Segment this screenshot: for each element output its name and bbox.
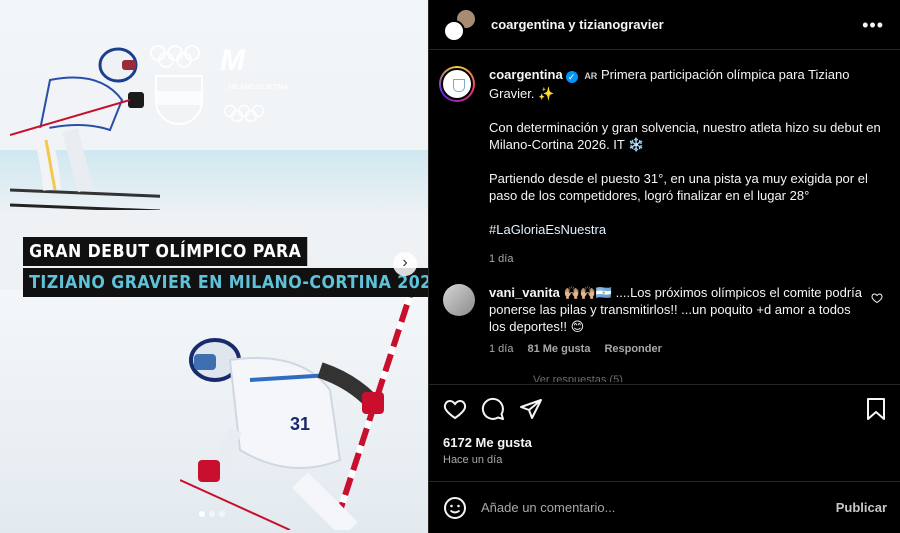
post-authors[interactable]: coargentina y tizianogravier bbox=[491, 17, 664, 32]
comment-username[interactable]: vani_vanita bbox=[489, 285, 560, 300]
add-comment-bar: Añade un comentario... Publicar bbox=[429, 481, 900, 533]
commenter-avatar[interactable] bbox=[443, 284, 475, 316]
milano-cortina-text: MILANO CORTINA bbox=[228, 84, 289, 91]
headline-line-2: TIZIANO GRAVIER EN MILANO-CORTINA 2026 bbox=[23, 268, 428, 297]
caption-timestamp: 1 día bbox=[489, 253, 514, 265]
collab-avatars[interactable] bbox=[443, 7, 477, 42]
author-avatar[interactable] bbox=[439, 66, 475, 102]
carousel-dot bbox=[199, 511, 205, 517]
carousel-dot bbox=[209, 511, 215, 517]
post-side-panel: coargentina y tizianogravier ••• coargen… bbox=[428, 0, 900, 533]
like-heart-icon[interactable] bbox=[443, 397, 467, 421]
view-replies-link[interactable]: Ver respuestas (5) bbox=[533, 374, 623, 382]
post-headline: GRAN DEBUT OLÍMPICO PARA TIZIANO GRAVIER… bbox=[23, 237, 428, 297]
avatar bbox=[443, 19, 465, 42]
comment-likes[interactable]: 81 Me gusta bbox=[527, 343, 590, 355]
comment-like-icon[interactable] bbox=[871, 292, 883, 304]
milano-rings-icon bbox=[223, 104, 265, 123]
caption-paragraph-3: Partiendo desde el puesto 31°, en una pi… bbox=[489, 171, 868, 203]
headline-line-1: GRAN DEBUT OLÍMPICO PARA bbox=[23, 237, 308, 266]
carousel-dots bbox=[199, 511, 225, 517]
skier-image-bottom: 31 bbox=[180, 338, 384, 530]
coa-shield-logo bbox=[155, 75, 203, 125]
share-send-icon[interactable] bbox=[519, 397, 543, 421]
hashtag-link[interactable]: #LaGloriaEsNuestra bbox=[489, 221, 889, 238]
carousel-next-button[interactable]: › bbox=[393, 252, 417, 276]
comment-timestamp: 1 día bbox=[489, 343, 514, 355]
post-actions: 6172 Me gusta Hace un día bbox=[429, 384, 900, 466]
post-media-carousel[interactable]: M MILANO CORTINA GRAN DEBUT OLÍMPICO PAR… bbox=[0, 0, 428, 533]
verified-badge-icon: ✓ bbox=[565, 71, 578, 83]
more-options-icon[interactable]: ••• bbox=[862, 15, 884, 36]
olympic-rings-icon bbox=[150, 45, 200, 68]
emoji-icon[interactable] bbox=[443, 496, 467, 520]
comment-bubble-icon[interactable] bbox=[481, 397, 505, 421]
publish-button[interactable]: Publicar bbox=[836, 500, 887, 515]
skier-image-top bbox=[10, 47, 160, 210]
comment-reply-button[interactable]: Responder bbox=[604, 343, 661, 355]
caption-username[interactable]: coargentina bbox=[489, 67, 563, 82]
post-timestamp: Hace un día bbox=[443, 454, 503, 466]
svg-text:31: 31 bbox=[290, 414, 310, 434]
comment-item: vani_vanita 🙌🏼🙌🏼🇦🇷 ....Los próximos olím… bbox=[443, 284, 883, 355]
caption-paragraph-2: Con determinación y gran solvencia, nues… bbox=[489, 120, 881, 152]
milano-cortina-logo: M bbox=[220, 44, 245, 77]
flag-icon: AR bbox=[584, 71, 598, 81]
likes-count[interactable]: 6172 Me gusta bbox=[443, 435, 887, 450]
comment-input[interactable]: Añade un comentario... bbox=[481, 500, 615, 515]
post-header: coargentina y tizianogravier ••• bbox=[429, 0, 900, 50]
bookmark-icon[interactable] bbox=[865, 397, 887, 421]
post-caption: coargentina ✓ AR Primera participación ol… bbox=[439, 66, 889, 268]
carousel-dot bbox=[219, 511, 225, 517]
